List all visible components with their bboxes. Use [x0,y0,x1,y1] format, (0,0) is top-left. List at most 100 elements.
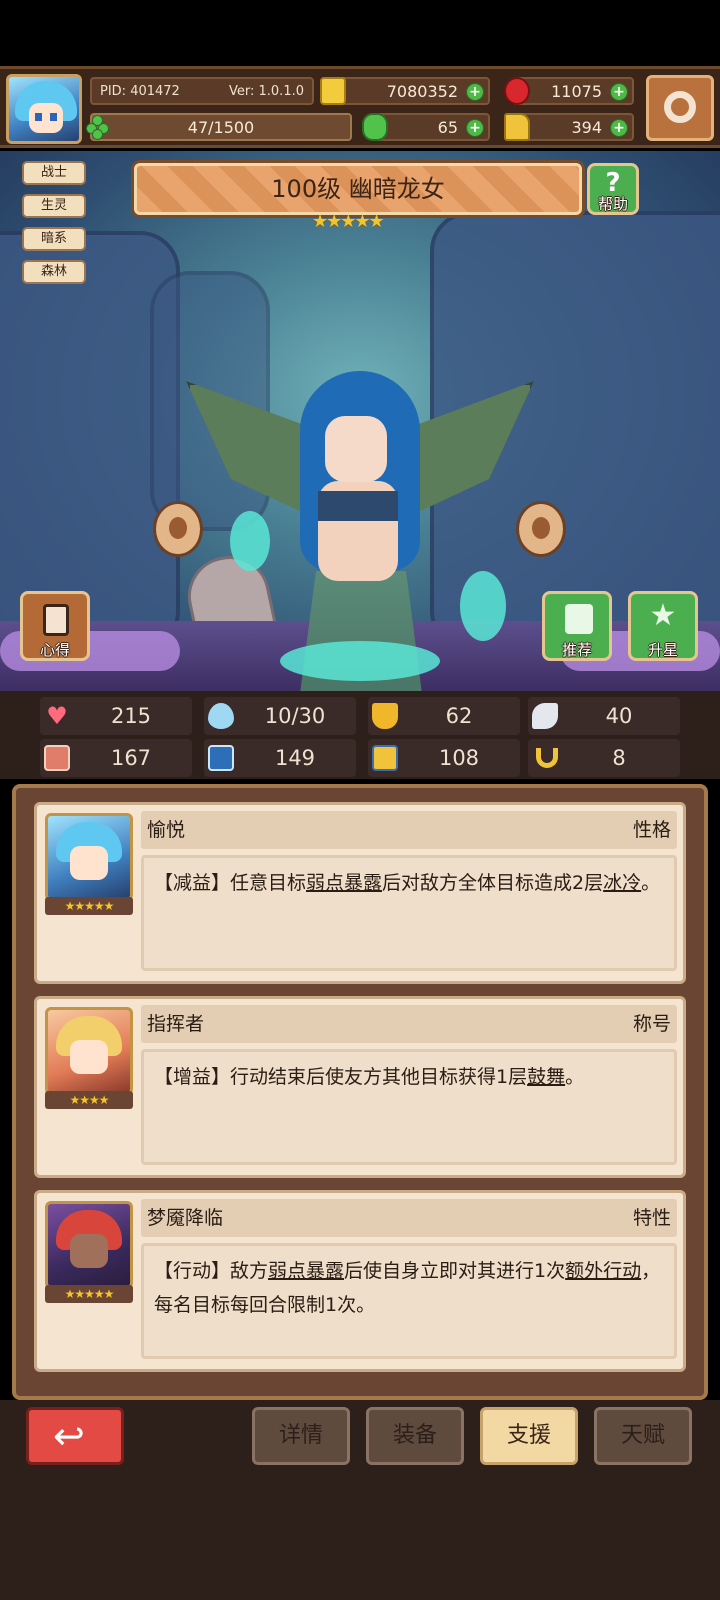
stat-agility-value: 108 [438,746,480,770]
gear-icon [664,91,696,123]
tag-habitat: 森林 [22,260,86,284]
support-kind: 特性 [632,1207,671,1229]
scroll-icon [43,604,69,636]
star-icon: ★ [649,598,677,633]
stat-luck-value: 8 [612,746,626,770]
hero-top [318,491,398,521]
stat-defense-value: 62 [445,704,473,728]
tab-details[interactable]: 详情 [252,1407,350,1465]
energy-clover-icon [86,115,110,140]
horseshoe-icon [536,748,558,768]
energy-bar: 47/1500 [90,113,352,141]
tag-class: 战士 [22,161,86,185]
support-card-personality[interactable]: ★★★★★ 愉悦 性格 【减益】任意目标弱点暴露后对敌方全体目标造成2层冰冷。 [34,802,686,984]
support-stars: ★★★★ [45,1091,133,1109]
book-icon [208,745,234,771]
support-card-title[interactable]: ★★★★ 指挥者 称号 【增益】行动结束后使友方其他目标获得1层鼓舞。 [34,996,686,1178]
next-hero-button[interactable] [516,501,566,557]
desc-text: 【减益】任意目标 [154,872,307,894]
add-gold-button[interactable]: + [466,83,484,101]
thumbs-up-icon [565,604,593,634]
gold-amount: 7080352 [386,81,458,101]
tag-race: 生灵 [22,194,86,218]
tag-element: 暗系 [22,227,86,251]
fist-icon [44,745,70,771]
ruby-counter: 11075 + [504,77,634,105]
desc-text: 【行动】敌方 [154,1260,269,1282]
hero-face [325,416,387,482]
desc-text: 后使自身立即对其进行1次 [344,1260,566,1282]
add-clover-button[interactable]: + [466,119,484,137]
stat-attack-value: 167 [110,746,152,770]
stat-agility: 108 [368,739,520,777]
wing-icon [532,703,558,729]
help-button[interactable]: ? 帮助 [587,163,639,215]
hero-title: 100级 幽暗龙女 [271,175,445,203]
stat-hp: ♥ 215 [40,697,192,735]
tab-talent[interactable]: 天赋 [594,1407,692,1465]
star-up-button[interactable]: ★ 升星 [628,591,698,661]
insight-button[interactable]: 心得 [20,591,90,661]
add-ruby-button[interactable]: + [610,83,628,101]
spirit-flame [460,571,506,641]
stat-attack: 167 [40,739,192,777]
support-stars: ★★★★★ [45,897,133,915]
top-header: PID: 401472 Ver: 1.0.1.0 47/1500 7080352… [0,66,720,148]
support-panel: ★★★★★ 愉悦 性格 【减益】任意目标弱点暴露后对敌方全体目标造成2层冰冷。 … [12,784,708,1400]
return-arrow-icon: ↩ [53,1414,85,1458]
stat-magic-value: 149 [274,746,316,770]
spirit-flame [230,511,270,571]
support-card-trait[interactable]: ★★★★★ 梦魇降临 特性 【行动】敌方弱点暴露后使自身立即对其进行1次额外行动… [34,1190,686,1372]
boot-amount: 394 [571,117,602,137]
support-description: 【减益】任意目标弱点暴露后对敌方全体目标造成2层冰冷。 [141,855,677,971]
hero-stars: ★★★★★ [312,211,385,232]
star-up-label: 升星 [647,641,678,659]
support-name: 指挥者 [147,1013,205,1035]
stat-speed-value: 40 [605,704,633,728]
tab-support[interactable]: 支援 [480,1407,578,1465]
keyword-link[interactable]: 弱点暴露 [306,872,382,894]
ruby-icon [504,77,530,105]
clover-amount: 65 [437,117,458,137]
stat-hp-value: 215 [110,704,152,728]
keyword-link[interactable]: 鼓舞 [527,1066,565,1088]
gold-coin-icon [320,77,346,105]
support-description: 【行动】敌方弱点暴露后使自身立即对其进行1次额外行动，每名目标每回合限制1次。 [141,1243,677,1359]
support-portrait [45,1201,133,1289]
hero-scene: 战士 生灵 暗系 森林 100级 幽暗龙女 ★★★★★ ? 帮助 心得 推荐 ★… [0,151,720,691]
support-header: 梦魇降临 特性 [141,1199,677,1237]
prev-hero-button[interactable] [153,501,203,557]
desc-text: 【增益】行动结束后使友方其他目标获得1层 [154,1066,528,1088]
keyword-link[interactable]: 额外行动 [565,1260,641,1282]
stats-panel: ♥ 215 10/30 62 40 167 149 108 8 [0,691,720,779]
settings-button[interactable] [646,75,714,141]
water-drop-icon [208,703,234,729]
keyword-link[interactable]: 弱点暴露 [268,1260,344,1282]
recommend-button[interactable]: 推荐 [542,591,612,661]
tab-equipment[interactable]: 装备 [366,1407,464,1465]
desc-text: 。 [641,872,661,894]
support-kind: 性格 [632,819,671,841]
support-portrait [45,813,133,901]
game-version: Ver: 1.0.1.0 [229,83,304,99]
energy-text: 47/1500 [187,117,255,137]
hero-title-banner: 100级 幽暗龙女 [134,163,582,215]
keyword-link[interactable]: 冰冷 [603,872,641,894]
support-description: 【增益】行动结束后使友方其他目标获得1层鼓舞。 [141,1049,677,1165]
player-id: PID: 401472 [100,83,180,99]
stat-mana: 10/30 [204,697,356,735]
desc-text: 。 [565,1066,585,1088]
stat-magic: 149 [204,739,356,777]
support-portrait [45,1007,133,1095]
stat-defense: 62 [368,697,520,735]
player-info-bar: PID: 401472 Ver: 1.0.1.0 [90,77,314,105]
support-stars: ★★★★★ [45,1285,133,1303]
recommend-label: 推荐 [561,641,592,659]
back-button[interactable]: ↩ [26,1407,124,1465]
help-label: 帮助 [597,195,628,213]
add-boot-button[interactable]: + [610,119,628,137]
heart-icon: ♥ [46,702,68,730]
insight-label: 心得 [39,641,70,659]
support-name: 梦魇降临 [147,1207,224,1229]
player-avatar[interactable] [6,74,82,144]
